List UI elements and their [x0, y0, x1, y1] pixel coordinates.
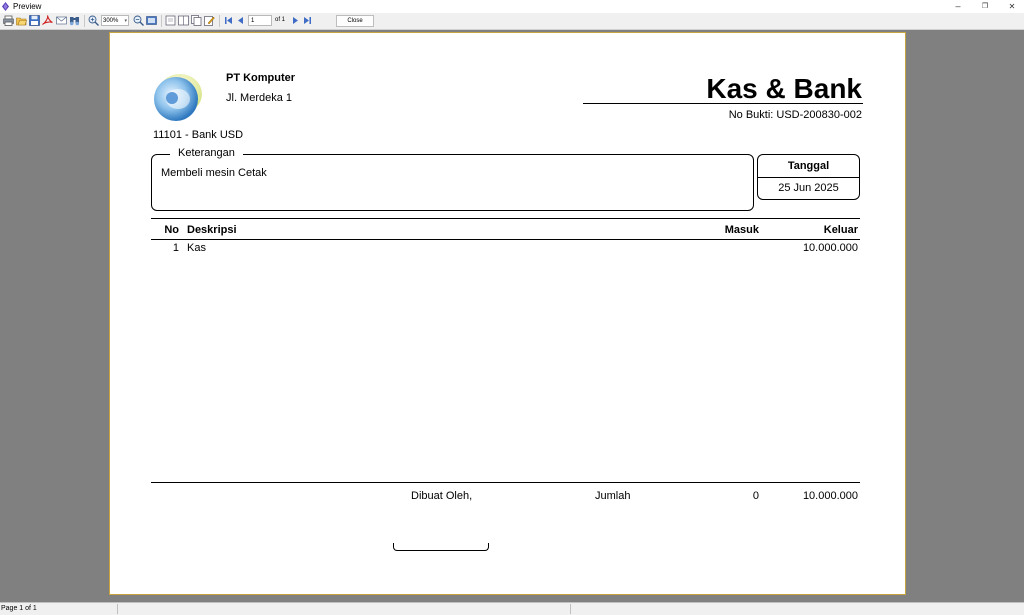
save-icon[interactable] [29, 15, 40, 26]
close-button[interactable]: Close [336, 15, 374, 27]
two-page-icon[interactable] [178, 15, 189, 26]
minimize-button[interactable]: – [944, 0, 972, 13]
last-page-icon[interactable] [302, 15, 313, 26]
close-window-button[interactable]: ✕ [998, 0, 1024, 13]
col-header-deskripsi: Deskripsi [187, 224, 237, 236]
keterangan-box: Keterangan Membeli mesin Cetak [151, 147, 754, 211]
single-page-icon[interactable] [165, 15, 176, 26]
zoom-value: 300% [103, 18, 119, 24]
open-icon[interactable] [16, 15, 27, 26]
page-number-input[interactable]: 1 [248, 15, 272, 26]
report-page: PT Komputer Jl. Merdeka 1 Kas & Bank No … [109, 32, 906, 595]
company-logo [154, 74, 202, 121]
zoom-out-icon[interactable] [133, 15, 144, 26]
email-icon[interactable] [56, 15, 67, 26]
page-info: Page 1 of 1 [1, 605, 37, 612]
window-title: Preview [13, 2, 42, 11]
restore-button[interactable]: ❐ [971, 0, 999, 13]
keterangan-text: Membeli mesin Cetak [161, 167, 267, 179]
status-separator [117, 604, 118, 614]
page-number-value: 1 [251, 18, 255, 24]
col-header-masuk: Masuk [724, 224, 759, 236]
chevron-down-icon: ▾ [124, 18, 127, 24]
row-no: 1 [172, 242, 179, 254]
jumlah-label: Jumlah [595, 490, 631, 502]
total-keluar: 10.000.000 [802, 490, 858, 502]
keterangan-label: Keterangan [170, 147, 243, 159]
multi-page-icon[interactable] [191, 15, 202, 26]
find-icon[interactable] [69, 15, 80, 26]
pdf-icon[interactable] [42, 15, 53, 26]
company-address: Jl. Merdeka 1 [226, 92, 293, 104]
row-deskripsi: Kas [187, 242, 206, 254]
toolbar-separator [84, 15, 85, 27]
col-header-no: No [164, 224, 179, 236]
window-titlebar: Preview – ❐ ✕ [0, 0, 1024, 13]
signature-line [393, 543, 489, 551]
zoom-in-icon[interactable] [88, 15, 99, 26]
dibuat-oleh-label: Dibuat Oleh, [411, 490, 473, 502]
tanggal-box: Tanggal 25 Jun 2025 [757, 154, 860, 200]
prev-page-icon[interactable] [235, 15, 246, 26]
next-page-icon[interactable] [290, 15, 301, 26]
company-name: PT Komputer [226, 72, 296, 84]
account-label: 11101 - Bank USD [153, 129, 244, 141]
first-page-icon[interactable] [223, 15, 234, 26]
title-divider [583, 103, 863, 104]
row-keluar: 10.000.000 [802, 242, 858, 254]
print-icon[interactable] [3, 15, 14, 26]
tanggal-label: Tanggal [758, 155, 859, 178]
table-header-rule [151, 239, 860, 240]
total-masuk: 0 [752, 490, 759, 502]
table-bottom-rule [151, 482, 860, 483]
app-icon [2, 2, 9, 11]
toolbar-separator [219, 15, 220, 27]
zoom-select[interactable]: 300% ▾ [101, 15, 129, 26]
table-top-rule [151, 218, 860, 219]
page-count-label: of 1 [275, 17, 286, 23]
voucher-number: No Bukti: USD-200830-002 [728, 109, 862, 121]
status-bar: Page 1 of 1 [0, 602, 1024, 615]
col-header-keluar: Keluar [823, 224, 858, 236]
fit-page-icon[interactable] [146, 15, 157, 26]
toolbar-separator [161, 15, 162, 27]
preview-toolbar: 300% ▾ 1 of 1 Close [0, 13, 1024, 30]
status-separator [570, 604, 571, 614]
tanggal-value: 25 Jun 2025 [778, 182, 839, 194]
document-title: Kas & Bank [706, 73, 862, 104]
edit-page-icon[interactable] [204, 15, 215, 26]
